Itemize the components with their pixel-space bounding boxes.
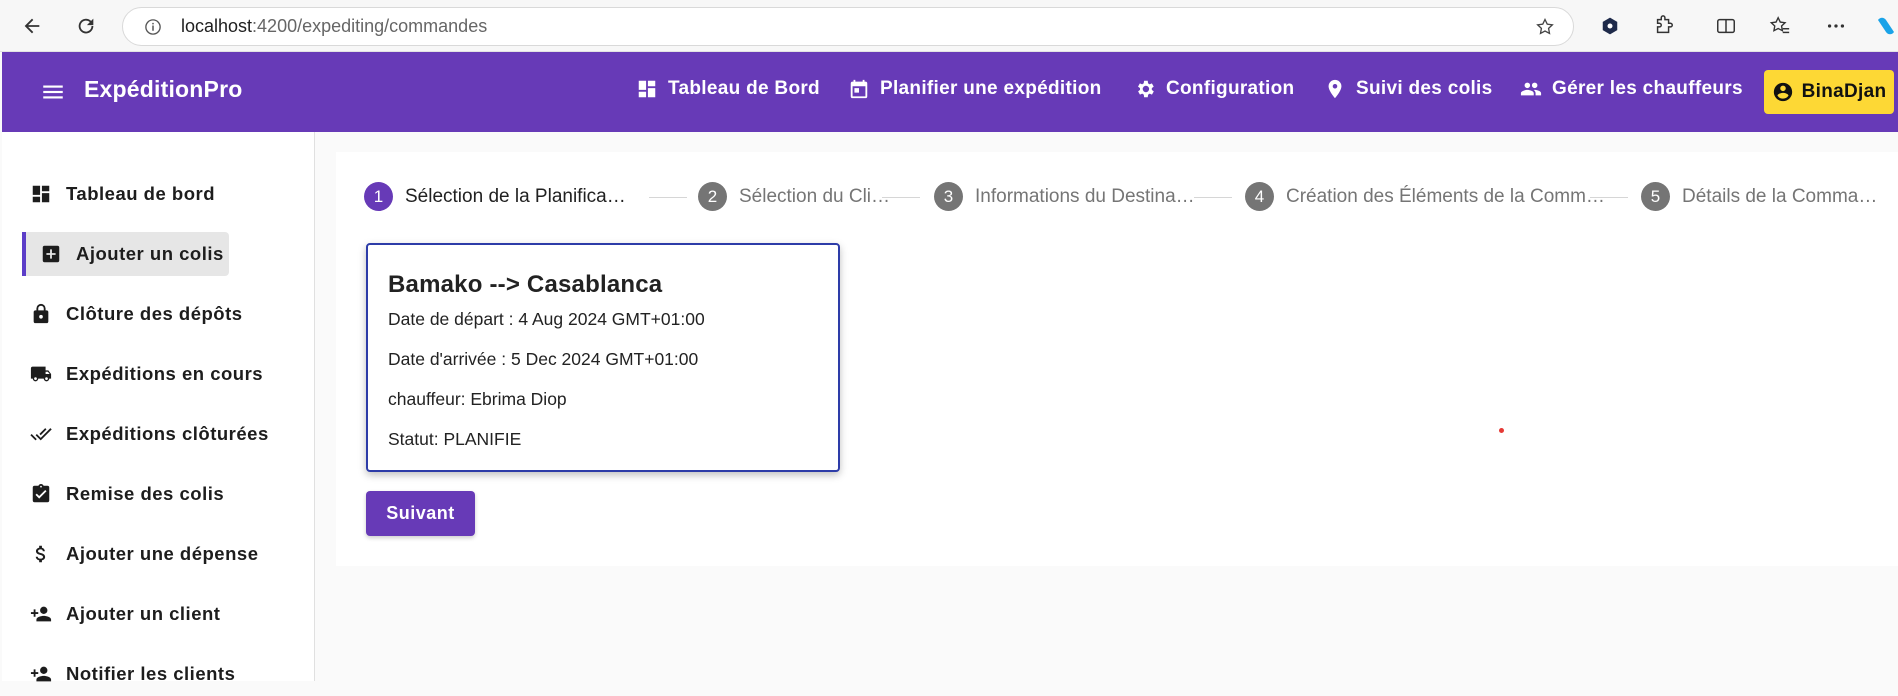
lock-icon: [33, 303, 49, 324]
people-icon: [1520, 82, 1542, 96]
favorites-icon[interactable]: [1768, 14, 1792, 38]
menu-hamburger-icon[interactable]: [40, 79, 66, 105]
browser-toolbar: localhost:4200/expediting/commandes: [0, 0, 1898, 52]
dashboard-icon: [32, 185, 50, 203]
sidebar-item-expeditions-en-cours[interactable]: Expéditions en cours: [30, 352, 263, 396]
nav-label: Planifier une expédition: [880, 78, 1102, 99]
trip-arrival: Date d'arrivée : 5 Dec 2024 GMT+01:00: [388, 349, 699, 369]
step-2[interactable]: 2 Sélection du Cli…: [698, 182, 890, 211]
step-1[interactable]: 1 Sélection de la Planifica…: [364, 182, 626, 211]
step-label: Sélection de la Planifica…: [405, 185, 626, 207]
nav-tableau-de-bord[interactable]: Tableau de Bord: [636, 78, 820, 100]
next-button[interactable]: Suivant: [366, 491, 475, 536]
more-options-icon[interactable]: [1824, 14, 1848, 38]
nav-label: Tableau de Bord: [668, 78, 820, 99]
trip-driver: chauffeur: Ebrima Diop: [388, 389, 567, 409]
sidebar: Tableau de bord Ajouter un colis Clôture…: [2, 132, 315, 684]
step-connector: [1194, 197, 1232, 198]
address-bar[interactable]: localhost:4200/expediting/commandes: [122, 7, 1574, 46]
step-label: Création des Éléments de la Comm…: [1286, 185, 1605, 207]
sidebar-item-label: Notifier les clients: [66, 663, 236, 684]
nav-label: Configuration: [1166, 78, 1295, 99]
nav-planifier[interactable]: Planifier une expédition: [848, 78, 1102, 100]
step-5[interactable]: 5 Détails de la Comma…: [1641, 182, 1877, 211]
add-box-icon: [42, 245, 60, 263]
person-add-icon: [30, 666, 52, 682]
sidebar-item-label: Ajouter un client: [66, 603, 221, 624]
trip-route: Bamako --> Casablanca: [388, 271, 663, 298]
nav-label: Suivi des colis: [1356, 78, 1493, 99]
location-pin-icon: [1328, 79, 1342, 99]
step-label: Sélection du Cli…: [739, 185, 891, 207]
step-connector: [649, 197, 687, 198]
sidebar-item-label: Ajouter une dépense: [66, 543, 259, 564]
sidebar-item-expeditions-cloturees[interactable]: Expéditions clôturées: [30, 412, 269, 456]
sidebar-item-tableau-de-bord[interactable]: Tableau de bord: [30, 172, 215, 216]
split-screen-icon[interactable]: [1714, 14, 1738, 38]
step-number: 2: [698, 182, 727, 211]
sidebar-item-notifier-clients[interactable]: Notifier les clients: [30, 652, 235, 696]
reload-icon[interactable]: [70, 10, 102, 42]
extension-hex-icon[interactable]: [1598, 14, 1622, 38]
app-brand[interactable]: ExpéditionPro: [84, 76, 243, 103]
url-text: localhost:4200/expediting/commandes: [181, 16, 488, 36]
nav-configuration[interactable]: Configuration: [1134, 78, 1294, 100]
extensions-puzzle-icon[interactable]: [1652, 14, 1676, 38]
sidebar-item-cloture-depots[interactable]: Clôture des dépôts: [30, 292, 243, 336]
sidebar-item-label: Remise des colis: [66, 483, 225, 504]
stepper-card: 1 Sélection de la Planifica… 2 Sélection…: [336, 152, 1898, 566]
clipboard-check-icon: [32, 483, 50, 503]
nav-suivi-colis[interactable]: Suivi des colis: [1324, 78, 1493, 100]
step-connector: [1590, 197, 1628, 198]
step-connector: [882, 197, 920, 198]
step-label: Informations du Destina…: [975, 185, 1195, 207]
sidebar-item-ajouter-depense[interactable]: Ajouter une dépense: [30, 532, 258, 576]
dollar-icon: [35, 545, 46, 563]
favorite-star-icon[interactable]: [1535, 17, 1555, 37]
step-number: 1: [364, 182, 393, 211]
sidebar-item-label: Clôture des dépôts: [66, 303, 243, 324]
trip-departure: Date de départ : 4 Aug 2024 GMT+01:00: [388, 309, 705, 329]
trip-status: Statut: PLANIFIE: [388, 429, 522, 449]
copilot-icon[interactable]: [1874, 14, 1898, 38]
gear-icon: [1138, 80, 1154, 98]
account-circle-icon: [1773, 82, 1792, 102]
sidebar-item-remise-colis[interactable]: Remise des colis: [30, 472, 224, 516]
step-label: Détails de la Comma…: [1682, 185, 1878, 207]
back-arrow-icon[interactable]: [16, 10, 48, 42]
sidebar-item-ajouter-client[interactable]: Ajouter un client: [30, 592, 220, 636]
nav-label: Gérer les chauffeurs: [1552, 78, 1743, 99]
user-account-button[interactable]: BinaDjan: [1764, 70, 1894, 114]
sidebar-item-label: Expéditions en cours: [66, 363, 264, 384]
dashboard-icon: [638, 80, 656, 98]
app-header: ExpéditionPro Tableau de Bord Planifier …: [2, 52, 1898, 132]
person-add-icon: [30, 606, 52, 622]
step-3[interactable]: 3 Informations du Destina…: [934, 182, 1195, 211]
sidebar-item-label: Tableau de bord: [66, 183, 216, 204]
double-check-icon: [30, 428, 52, 441]
step-number: 3: [934, 182, 963, 211]
nav-gerer-chauffeurs[interactable]: Gérer les chauffeurs: [1520, 78, 1743, 100]
step-4[interactable]: 4 Création des Éléments de la Comm…: [1245, 182, 1605, 211]
cursor-dot: [1499, 428, 1504, 433]
calendar-icon: [850, 79, 868, 99]
sidebar-item-label: Expéditions clôturées: [66, 423, 269, 444]
step-number: 5: [1641, 182, 1670, 211]
truck-icon: [30, 366, 52, 382]
user-name: BinaDjan: [1801, 81, 1887, 102]
trip-card[interactable]: Bamako --> Casablanca Date de départ : 4…: [366, 243, 840, 472]
sidebar-item-label: Ajouter un colis: [76, 243, 224, 264]
site-info-icon[interactable]: [143, 17, 163, 37]
step-number: 4: [1245, 182, 1274, 211]
sidebar-item-ajouter-colis[interactable]: Ajouter un colis: [22, 232, 229, 276]
